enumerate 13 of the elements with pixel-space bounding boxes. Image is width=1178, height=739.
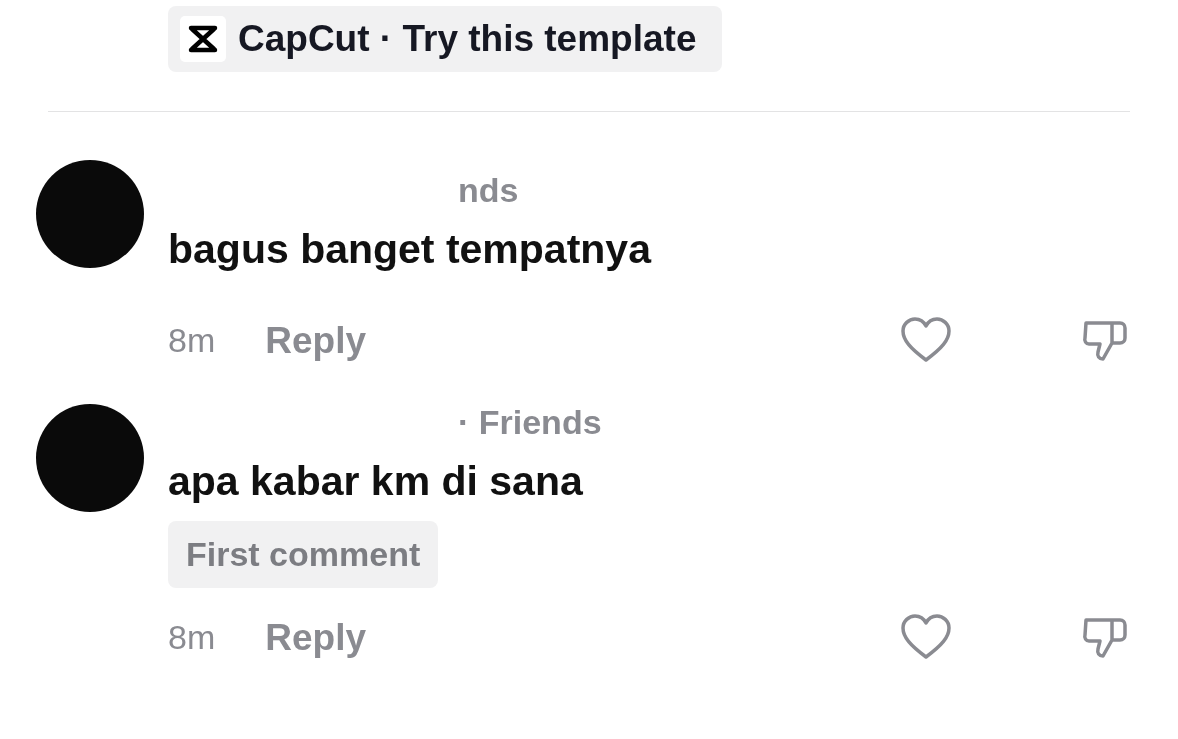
comment-author: nds (457, 172, 520, 210)
comment-time: 8m (168, 319, 216, 361)
template-link[interactable]: CapCut · Try this template (168, 6, 723, 72)
comment-time: 8m (168, 616, 216, 658)
reply-button[interactable]: Reply (265, 609, 366, 666)
reply-button[interactable]: Reply (265, 312, 366, 369)
like-icon[interactable] (900, 613, 952, 662)
like-icon[interactable] (900, 316, 952, 365)
first-comment-tag: First comment (168, 520, 439, 588)
comment-text: apa kabar km di sana (168, 457, 584, 507)
comment-author: · Friends (457, 404, 603, 442)
comment-text: bagus banget tempatnya (168, 225, 653, 275)
logo-icon (180, 16, 226, 62)
